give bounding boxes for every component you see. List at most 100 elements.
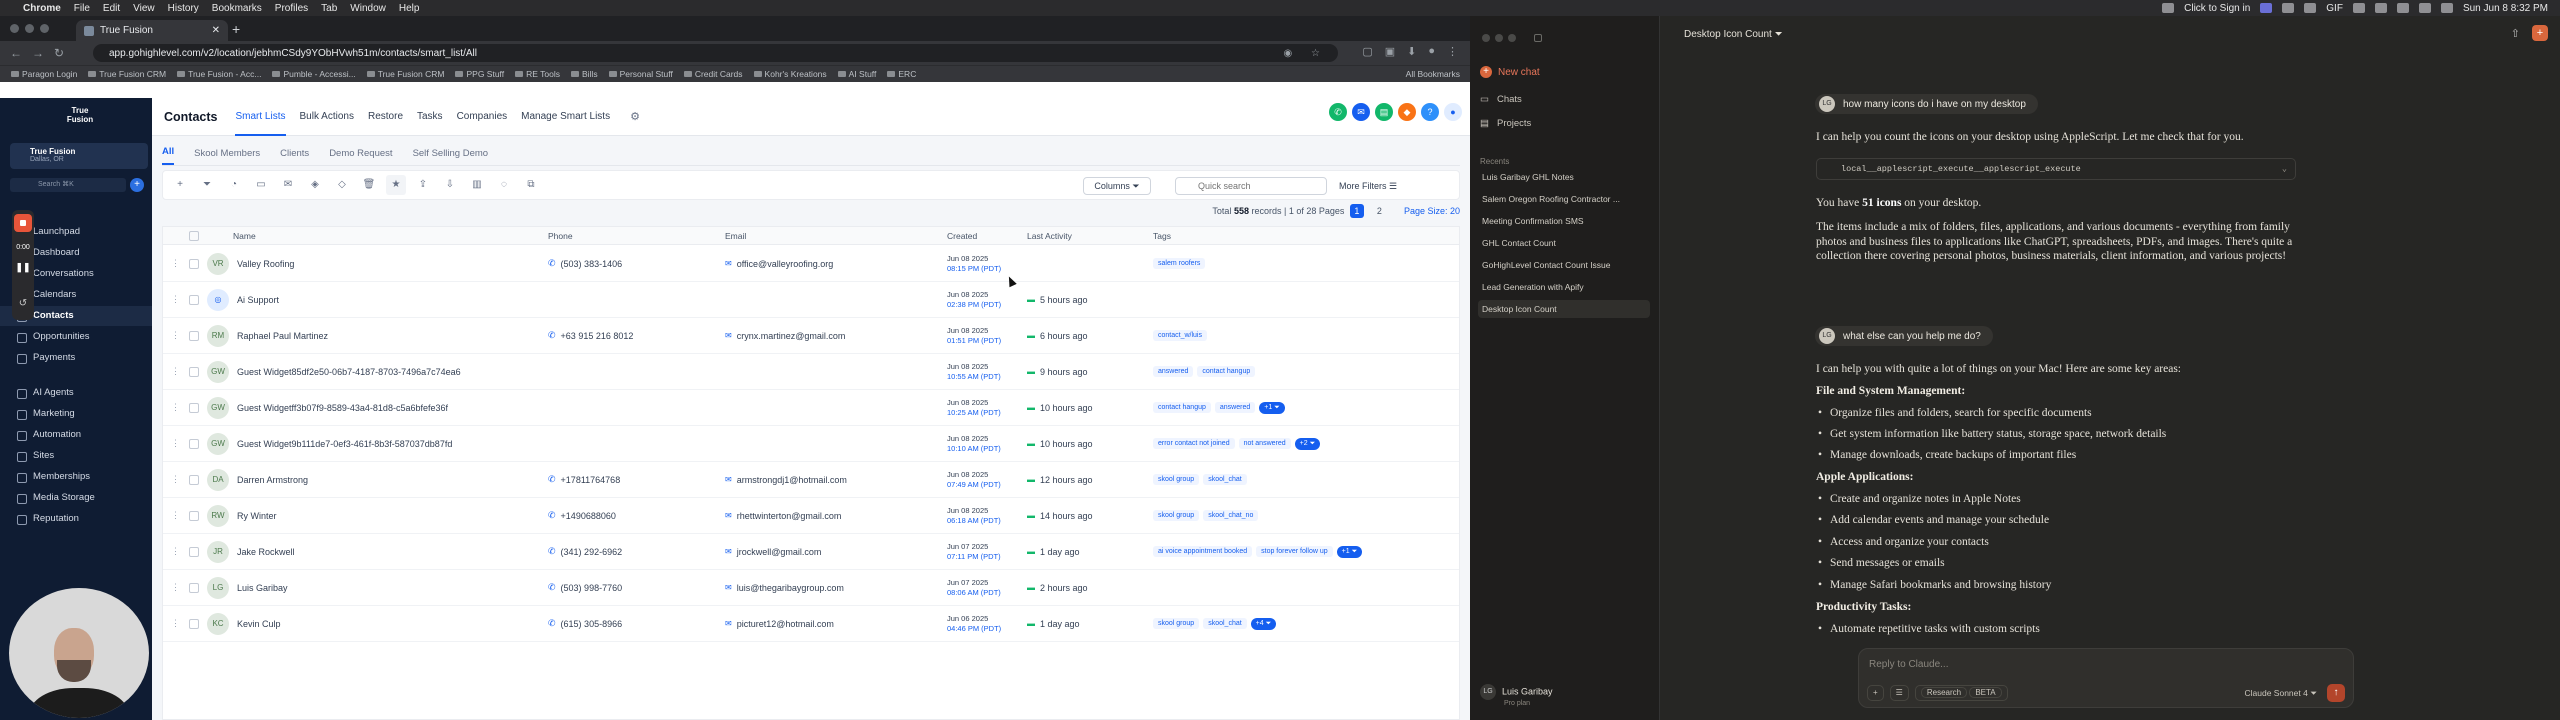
bookmark-item[interactable]: True Fusion CRM [367, 69, 445, 79]
all-bookmarks[interactable]: All Bookmarks [1406, 69, 1460, 79]
col-phone[interactable]: Phone [548, 227, 573, 244]
pipeline-icon[interactable]: ◔ [224, 175, 244, 195]
contact-cell[interactable]: LG Luis Garibay [207, 570, 288, 605]
close-tab-icon[interactable]: ✕ [212, 25, 220, 36]
table-row[interactable]: ⋮ GW Guest Widget85df2e50-06b7-4187-8703-7… [163, 354, 1459, 390]
row-checkbox[interactable] [189, 582, 199, 593]
page-size-select[interactable]: Page Size: 20 [1404, 206, 1460, 216]
window-close-button[interactable] [10, 24, 19, 33]
drag-handle-icon[interactable]: ⋮ [171, 606, 180, 641]
sidebar-item-marketing[interactable]: Marketing [0, 404, 152, 424]
bookmark-item[interactable]: True Fusion CRM [88, 69, 166, 79]
phone-cell[interactable]: ✆ +63 915 216 8012 [548, 318, 633, 353]
recent-chat-item[interactable]: Luis Garibay GHL Notes [1478, 168, 1650, 186]
tag-badge[interactable]: skool group [1153, 618, 1200, 629]
contact-name[interactable]: Luis Garibay [237, 583, 288, 593]
sidebar-item-payments[interactable]: Payments [0, 348, 152, 368]
email-cell[interactable]: ✉ crynx.martinez@gmail.com [725, 318, 845, 353]
pause-icon[interactable]: ❚❚ [12, 262, 34, 273]
contact-cell[interactable]: DA Darren Armstrong [207, 462, 308, 497]
tab-restore[interactable]: Restore [368, 98, 403, 136]
chart-icon[interactable]: ▥ [467, 175, 487, 195]
stop-recording-button[interactable] [14, 214, 32, 232]
tab-bulk-actions[interactable]: Bulk Actions [300, 98, 354, 136]
table-row[interactable]: ⋮ RM Raphael Paul Martinez ✆ +63 915 216 801… [163, 318, 1459, 354]
menu-bookmarks[interactable]: Bookmarks [212, 3, 262, 14]
list-tab-clients[interactable]: Clients [280, 148, 309, 165]
address-bar[interactable]: app.gohighlevel.com/v2/location/jebhmCSd… [93, 44, 1338, 62]
menu-app-name[interactable]: Chrome [23, 3, 61, 14]
tag-badge[interactable]: salem roofers [1153, 258, 1206, 269]
recent-chat-item-active[interactable]: Desktop Icon Count [1478, 300, 1650, 318]
window-minimize-button[interactable] [1495, 34, 1503, 42]
sms-icon[interactable]: ▭ [251, 175, 271, 195]
more-tags-badge[interactable]: +1 ⏷ [1259, 401, 1285, 414]
tag-badge[interactable]: contact_w/luis [1153, 330, 1207, 341]
drag-handle-icon[interactable]: ⋮ [171, 426, 180, 461]
bookmark-item[interactable]: Bills [571, 69, 598, 79]
row-checkbox[interactable] [189, 438, 199, 449]
table-row[interactable]: ⋮ GW Guest Widgetff3b07f9-8589-43a4-81d8-c… [163, 390, 1459, 426]
tag-badge[interactable]: skool_chat [1203, 474, 1247, 485]
window-minimize-button[interactable] [25, 24, 34, 33]
browser-tab[interactable]: True Fusion ✕ [76, 20, 228, 41]
bookmark-item[interactable]: True Fusion - Acc... [177, 69, 261, 79]
help-icon[interactable]: ? [1421, 103, 1439, 121]
list-tab-skool-members[interactable]: Skool Members [194, 148, 260, 165]
tab-smart-lists[interactable]: Smart Lists [235, 98, 286, 136]
wifi-icon[interactable] [2396, 3, 2409, 13]
tag-badge[interactable]: error contact not joined [1153, 438, 1235, 449]
contact-cell[interactable]: GW Guest Widgetff3b07f9-8589-43a4-81d8-c5… [207, 390, 448, 425]
new-tab-icon[interactable]: + [232, 21, 240, 37]
contact-name[interactable]: Raphael Paul Martinez [237, 331, 328, 341]
bookmark-item[interactable]: AI Stuff [838, 69, 877, 79]
table-row[interactable]: ⋮ KC Kevin Culp ✆ (615) 305-8966 ✉ picturet12@… [163, 606, 1459, 642]
tag-badge[interactable]: answered [1214, 402, 1256, 413]
filter-icon[interactable]: ⏷ [197, 175, 217, 195]
duplicate-icon[interactable]: ⧉ [521, 175, 541, 195]
email-cell[interactable]: ✉ office@valleyroofing.org [725, 246, 833, 281]
drag-handle-icon[interactable]: ⋮ [171, 318, 180, 353]
search-icon[interactable] [2418, 3, 2431, 13]
list-tab-demo-request[interactable]: Demo Request [329, 148, 392, 165]
status-icon[interactable] [2162, 3, 2175, 13]
reload-icon[interactable]: ↻ [54, 46, 64, 60]
tab-manage-smart-lists[interactable]: Manage Smart Lists [521, 98, 610, 136]
columns-button[interactable]: Columns ⏷ [1083, 177, 1151, 195]
list-tab-all[interactable]: All [162, 146, 175, 165]
back-icon[interactable]: ← [10, 46, 22, 60]
delete-icon[interactable]: 🗑 [359, 175, 379, 195]
more-tags-badge[interactable]: +4 ⏷ [1250, 617, 1277, 630]
table-row[interactable]: ⋮ RW Ry Winter ✆ +1490688060 ✉ rhettwinterton@… [163, 498, 1459, 534]
menu-file[interactable]: File [74, 3, 90, 14]
forward-icon[interactable]: → [32, 46, 44, 60]
bookmark-item[interactable]: Credit Cards [684, 69, 743, 79]
share-icon[interactable]: ⇧ [2511, 27, 2520, 40]
recent-chat-item[interactable]: GoHighLevel Contact Count Issue [1478, 256, 1650, 274]
menu-help[interactable]: Help [399, 3, 420, 14]
table-row[interactable]: ⋮ ◎ Ai Support Jun 08 2025 02:38 PM (PDT) ▬ 5 … [163, 282, 1459, 318]
battery-icon[interactable] [2374, 3, 2387, 13]
clock[interactable]: Sun Jun 8 8:32 PM [2463, 3, 2548, 14]
menu-tab[interactable]: Tab [321, 3, 337, 14]
bookmark-item[interactable]: Kohr's Kreations [754, 69, 827, 79]
sidebar-item-memberships[interactable]: Memberships [0, 467, 152, 487]
phone-cell[interactable]: ✆ +1490688060 [548, 498, 616, 533]
select-all-checkbox[interactable] [189, 230, 199, 241]
contact-name[interactable]: Guest Widgetff3b07f9-8589-43a4-81d8-c5a6… [237, 403, 448, 413]
bookmark-item[interactable]: PPG Stuff [455, 69, 504, 79]
contact-name[interactable]: Guest Widget85df2e50-06b7-4187-8703-7496… [237, 367, 461, 377]
profile-icon[interactable]: ● [1428, 45, 1435, 58]
message-composer[interactable]: Reply to Claude... + ☰ Research BETA Cla… [1858, 648, 2354, 708]
col-name[interactable]: Name [233, 227, 256, 244]
send-button[interactable]: ↑ [2327, 684, 2345, 702]
recent-chat-item[interactable]: Meeting Confirmation SMS [1478, 212, 1650, 230]
more-tags-badge[interactable]: +2 ⏷ [1294, 437, 1321, 450]
phone-cell[interactable]: ✆ (615) 305-8966 [548, 606, 622, 641]
table-row[interactable]: ⋮ VR Valley Roofing ✆ (503) 383-1406 ✉ office@… [163, 246, 1459, 282]
model-selector[interactable]: Claude Sonnet 4 ⏷ [2245, 688, 2318, 699]
row-checkbox[interactable] [189, 330, 199, 341]
whatsapp-icon[interactable]: ◌ [494, 175, 514, 195]
row-checkbox[interactable] [189, 510, 199, 521]
bookmark-item[interactable]: RE Tools [515, 69, 560, 79]
